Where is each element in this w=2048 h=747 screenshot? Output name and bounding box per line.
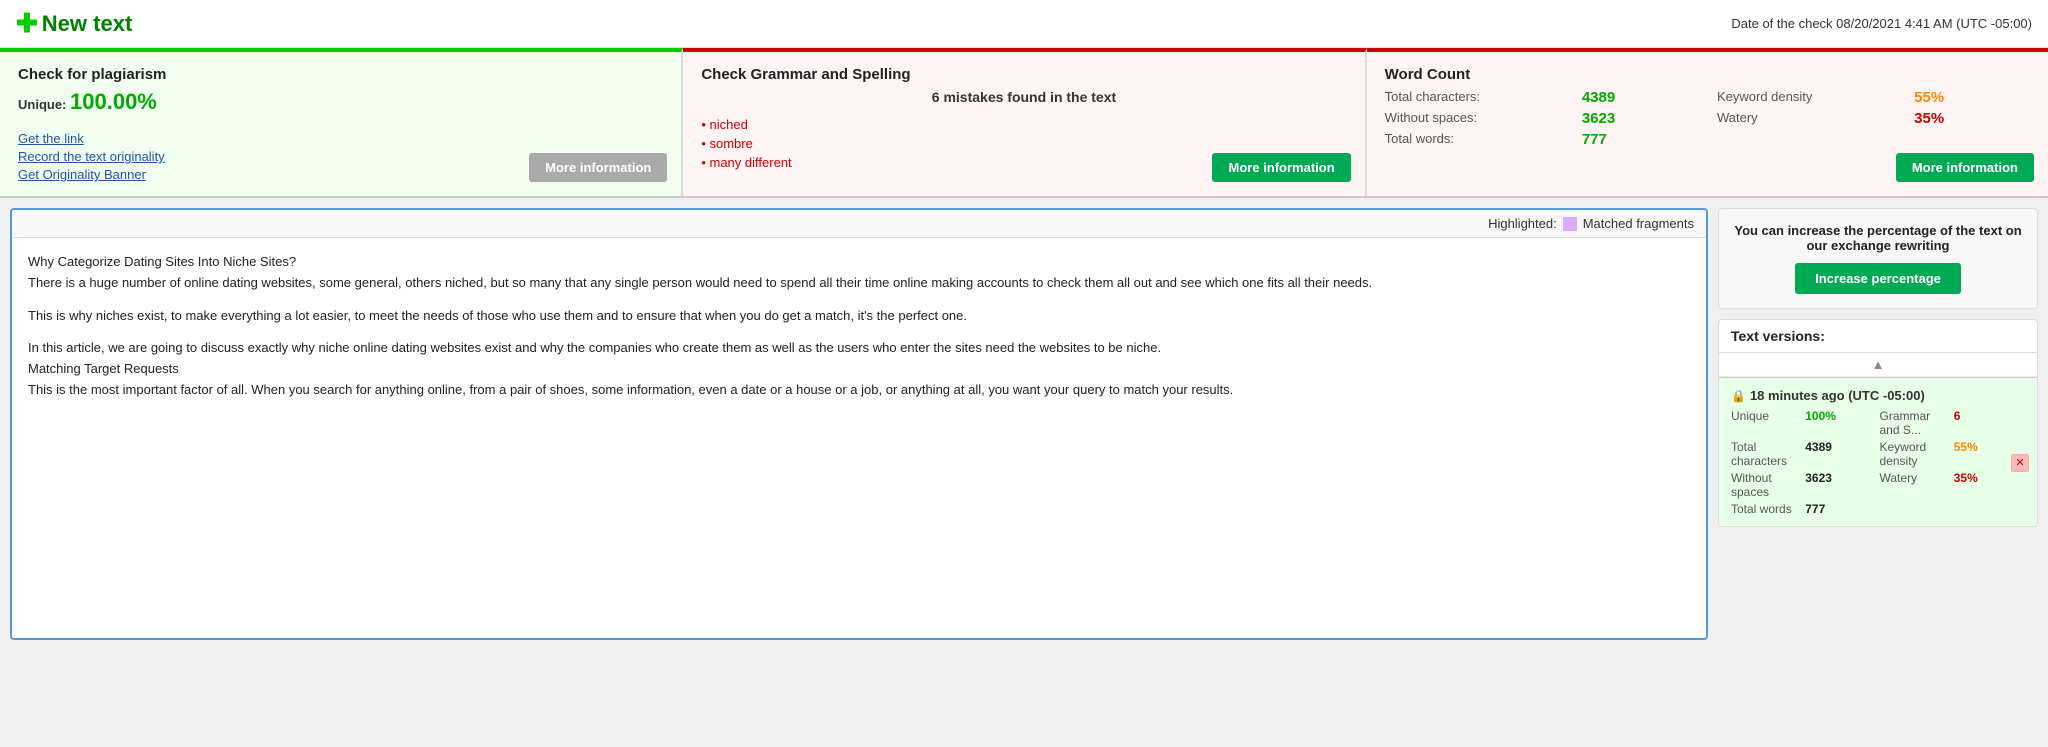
grammar-more-info-button[interactable]: More information bbox=[1212, 153, 1350, 182]
text-content[interactable]: Why Categorize Dating Sites Into Niche S… bbox=[12, 238, 1706, 638]
without-spaces-label: Without spaces: bbox=[1385, 110, 1566, 127]
text-paragraph-3: In this article, we are going to discuss… bbox=[28, 338, 1690, 400]
versions-box: Text versions: ▲ 🔒 18 minutes ago (UTC -… bbox=[1718, 319, 2038, 527]
main-area: Highlighted: Matched fragments Why Categ… bbox=[0, 198, 2048, 650]
keyword-density-val: 55% bbox=[1914, 89, 2030, 106]
v-keyword-label: Keyword density bbox=[1880, 440, 1951, 468]
text-panel-header: Highlighted: Matched fragments bbox=[12, 210, 1706, 238]
version-time: 🔒 18 minutes ago (UTC -05:00) bbox=[1731, 388, 2025, 403]
highlight-box-icon bbox=[1563, 217, 1577, 231]
increase-text: You can increase the percentage of the t… bbox=[1733, 223, 2023, 253]
unique-label: Unique: bbox=[18, 97, 66, 112]
plagiarism-more-info-button[interactable]: More information bbox=[529, 153, 667, 182]
v-watery-label: Watery bbox=[1880, 471, 1951, 499]
v-words-val: 777 bbox=[1805, 502, 1876, 516]
mistake-1: niched bbox=[701, 115, 1346, 134]
watery-label: Watery bbox=[1717, 110, 1898, 127]
new-text-label: New text bbox=[42, 11, 132, 37]
v-chars-label: Total characters bbox=[1731, 440, 1802, 468]
wordcount-card: Word Count Total characters: 4389 Keywor… bbox=[1367, 48, 2048, 196]
text-paragraph-2: This is why niches exist, to make everyt… bbox=[28, 306, 1690, 327]
top-bar: ✚ New text Date of the check 08/20/2021 … bbox=[0, 0, 2048, 48]
version-item: 🔒 18 minutes ago (UTC -05:00) Unique 100… bbox=[1719, 377, 2037, 526]
keyword-density-label: Keyword density bbox=[1717, 89, 1898, 106]
matched-label: Matched fragments bbox=[1583, 216, 1694, 231]
wordcount-title: Word Count bbox=[1385, 66, 2030, 83]
text-paragraph-1: Why Categorize Dating Sites Into Niche S… bbox=[28, 252, 1690, 294]
text-panel: Highlighted: Matched fragments Why Categ… bbox=[10, 208, 1708, 640]
v-grammar-val: 6 bbox=[1954, 409, 2025, 437]
total-chars-val: 4389 bbox=[1582, 89, 1701, 106]
cards-row: Check for plagiarism Unique: 100.00% Get… bbox=[0, 48, 2048, 198]
increase-box: You can increase the percentage of the t… bbox=[1718, 208, 2038, 309]
v-watery-val: 35% bbox=[1954, 471, 2025, 499]
date-check: Date of the check 08/20/2021 4:41 AM (UT… bbox=[1731, 16, 2032, 31]
plagiarism-title: Check for plagiarism bbox=[18, 66, 663, 83]
plagiarism-card: Check for plagiarism Unique: 100.00% Get… bbox=[0, 48, 683, 196]
mistake-2: sombre bbox=[701, 134, 1346, 153]
right-panel: You can increase the percentage of the t… bbox=[1718, 208, 2038, 640]
watery-val: 35% bbox=[1914, 110, 2030, 127]
versions-title: Text versions: bbox=[1719, 320, 2037, 353]
unique-value: 100.00% bbox=[70, 89, 157, 114]
lock-icon: 🔒 bbox=[1731, 389, 1746, 403]
scroll-up-button[interactable]: ▲ bbox=[1719, 353, 2037, 377]
grammar-title: Check Grammar and Spelling bbox=[701, 66, 1346, 83]
grammar-subtitle: 6 mistakes found in the text bbox=[701, 89, 1346, 105]
total-words-val: 777 bbox=[1582, 131, 1701, 148]
new-text-link[interactable]: ✚ New text bbox=[16, 8, 132, 39]
v-grammar-label: Grammar and S... bbox=[1880, 409, 1951, 437]
v-spaces-val: 3623 bbox=[1805, 471, 1876, 499]
without-spaces-val: 3623 bbox=[1582, 110, 1701, 127]
version-grid: Unique 100% Grammar and S... 6 Total cha… bbox=[1731, 409, 2025, 516]
grammar-card: Check Grammar and Spelling 6 mistakes fo… bbox=[683, 48, 1366, 196]
total-words-label: Total words: bbox=[1385, 131, 1566, 148]
v-chars-val: 4389 bbox=[1805, 440, 1876, 468]
v-unique-label: Unique bbox=[1731, 409, 1802, 437]
wordcount-more-info-button[interactable]: More information bbox=[1896, 153, 2034, 182]
version-delete-button[interactable]: ✕ bbox=[2011, 454, 2029, 472]
get-link[interactable]: Get the link bbox=[18, 131, 663, 146]
v-words-label: Total words bbox=[1731, 502, 1802, 516]
v-spaces-label: Without spaces bbox=[1731, 471, 1802, 499]
plus-icon: ✚ bbox=[16, 8, 38, 39]
increase-percentage-button[interactable]: Increase percentage bbox=[1795, 263, 1961, 294]
total-chars-label: Total characters: bbox=[1385, 89, 1566, 106]
highlighted-label: Highlighted: bbox=[1488, 216, 1557, 231]
v-unique-val: 100% bbox=[1805, 409, 1876, 437]
wordcount-grid: Total characters: 4389 Keyword density 5… bbox=[1385, 89, 2030, 148]
